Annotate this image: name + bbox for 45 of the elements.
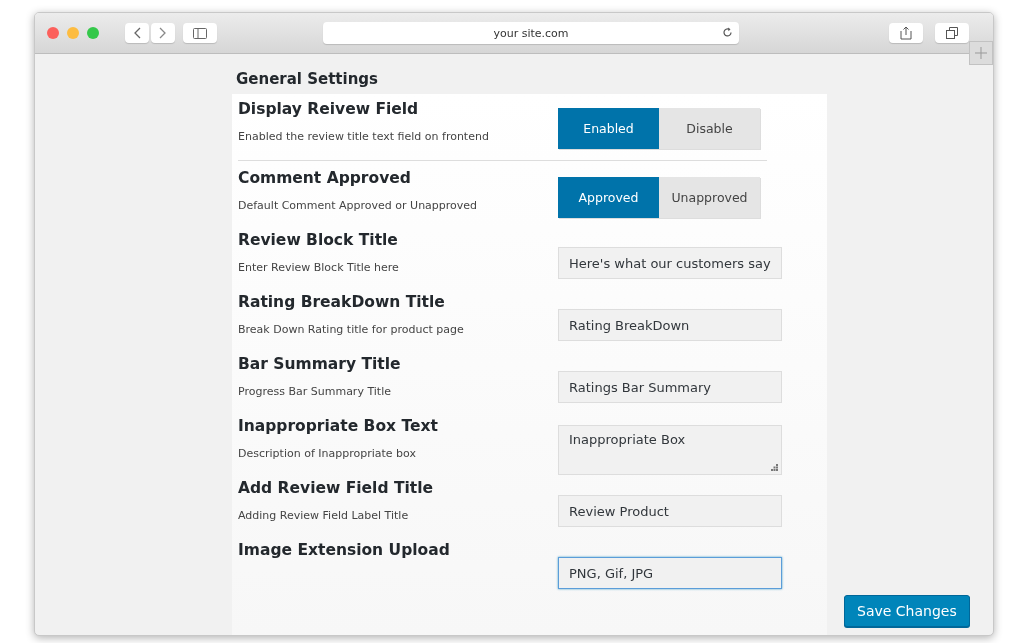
share-icon — [900, 26, 912, 40]
setting-label: Review Block Title — [238, 231, 399, 249]
setting-label: Inappropriate Box Text — [238, 417, 439, 435]
back-button[interactable] — [125, 23, 149, 43]
minimize-icon[interactable] — [67, 27, 79, 39]
text-field[interactable]: Ratings Bar Summary — [558, 371, 782, 403]
zoom-icon[interactable] — [87, 27, 99, 39]
toggle-option[interactable]: Unapproved — [659, 177, 760, 218]
setting-description: Enabled the review title text field on frontend — [238, 130, 490, 143]
chevron-left-icon — [133, 27, 141, 39]
setting-description: Default Comment Approved or Unapproved — [238, 199, 479, 212]
forward-button[interactable] — [151, 23, 175, 43]
text-field[interactable]: PNG, Gif, JPG — [558, 557, 782, 589]
save-button[interactable]: Save Changes — [844, 595, 970, 627]
text-field[interactable]: Review Product — [558, 495, 782, 527]
toggle-option[interactable]: Enabled — [558, 108, 659, 149]
chevron-right-icon — [159, 27, 167, 39]
sidebar-button[interactable] — [183, 23, 217, 43]
sidebar-icon — [193, 27, 207, 39]
reload-icon[interactable] — [722, 27, 733, 38]
address-bar[interactable]: your site.com — [323, 22, 739, 44]
setting-description: Progress Bar Summary Title — [238, 385, 392, 398]
setting-description: Enter Review Block Title here — [238, 261, 400, 274]
setting-label: Rating BreakDown Title — [238, 293, 446, 311]
resize-grip-icon[interactable] — [771, 464, 778, 471]
setting-description: Adding Review Field Label Title — [238, 509, 410, 522]
toggle-option[interactable]: Disable — [659, 108, 760, 149]
toggle-option[interactable]: Approved — [558, 177, 659, 218]
text-field[interactable]: Here's what our customers say — [558, 247, 782, 279]
setting-label: Bar Summary Title — [238, 355, 402, 373]
setting-label: Display Reivew Field — [238, 100, 420, 118]
setting-description: Description of Inappropriate box — [238, 447, 417, 460]
plus-icon — [975, 47, 987, 59]
setting-description: Break Down Rating title for product page — [238, 323, 465, 336]
setting-label: Comment Approved — [238, 169, 412, 187]
overlapping-squares-icon — [946, 27, 958, 39]
text-field[interactable]: Rating BreakDown — [558, 309, 782, 341]
new-tab-button[interactable] — [969, 41, 993, 65]
setting-label: Image Extension Upload — [238, 541, 451, 559]
setting-label: Add Review Field Title — [238, 479, 434, 497]
tabs-button[interactable] — [935, 23, 969, 43]
close-icon[interactable] — [47, 27, 59, 39]
page-title: General Settings — [235, 69, 380, 90]
share-button[interactable] — [889, 23, 923, 43]
text-area[interactable]: Inappropriate Box — [558, 425, 782, 475]
